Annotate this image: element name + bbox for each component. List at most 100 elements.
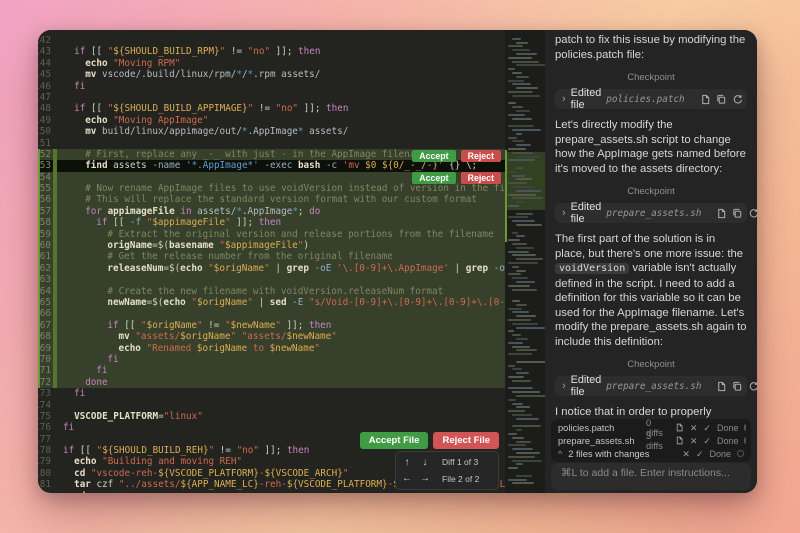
edited-file-name: policies.patch: [606, 94, 684, 105]
code-line: 158if [[ -f "$appimageFile" ]]; then: [38, 217, 505, 228]
summary-label: 2 files with changes: [568, 449, 649, 459]
code-line: 155# Now rename AppImage files to use vo…: [38, 183, 505, 194]
code-line: 147: [38, 92, 505, 103]
prev-diff-button[interactable]: ↑: [402, 457, 412, 468]
editor-window: 142143if [[ "${SHOULD_BUILD_RPM}" != "no…: [38, 30, 757, 493]
minimap-diff-gutter: [505, 150, 507, 242]
reject-file-button[interactable]: Reject File: [433, 432, 499, 449]
code-line: 146fi: [38, 81, 505, 92]
code-line: 144echo "Moving RPM": [38, 58, 505, 69]
chat-input[interactable]: [551, 463, 751, 490]
code-line: 174: [38, 400, 505, 411]
code-line: 175VSCODE_PLATFORM="linux": [38, 411, 505, 422]
restore-checkpoint-icon[interactable]: [748, 381, 757, 392]
code-line: 173fi: [38, 388, 505, 399]
open-file-icon[interactable]: [675, 436, 684, 445]
copy-icon[interactable]: [732, 208, 743, 219]
chevron-right-icon: ›: [562, 208, 566, 219]
chevron-right-icon: ›: [562, 381, 566, 392]
code-line: 168mv "assets/$origName" "assets/$newNam…: [38, 331, 505, 342]
edited-file-card-policies[interactable]: › Edited file policies.patch: [555, 89, 747, 109]
inline-diff-actions-2: Accept Reject: [412, 172, 501, 184]
prev-file-button[interactable]: ←: [402, 473, 412, 484]
diff-count: 3 diffs: [646, 431, 663, 451]
code-line: 172done: [38, 377, 505, 388]
code-line: 159# Extract the original version and re…: [38, 229, 505, 240]
open-file-icon[interactable]: [716, 381, 727, 392]
assistant-message: Let's directly modify the prepare_assets…: [555, 118, 747, 176]
file-name: policies.patch: [558, 423, 640, 433]
code-line: 169echo "Renamed $origName to $newName": [38, 343, 505, 354]
reject-file-icon[interactable]: ✕: [690, 436, 698, 446]
file-change-row[interactable]: prepare_assets.sh 3 diffs ✕ ✓ Done: [558, 434, 744, 447]
accept-all-icon[interactable]: ✓: [696, 449, 704, 459]
edited-file-label: Edited file: [571, 374, 602, 398]
status-ring-icon: [737, 450, 744, 457]
status-ring-icon: [744, 437, 746, 444]
accept-file-button[interactable]: Accept File: [360, 432, 429, 449]
code-line: 149echo "Moving AppImage": [38, 115, 505, 126]
code-editor[interactable]: 142143if [[ "${SHOULD_BUILD_RPM}" != "no…: [38, 30, 505, 493]
checkpoint-label: Checkpoint: [555, 359, 747, 370]
edited-file-card-prepare-1[interactable]: › Edited file prepare_assets.sh: [555, 203, 747, 223]
diff-counter: Diff 1 of 3: [442, 457, 478, 467]
file-diff-actions: Accept File Reject File: [360, 432, 499, 449]
edited-file-label: Edited file: [571, 201, 602, 225]
done-button[interactable]: Done: [709, 449, 731, 459]
code-line: 143if [[ "${SHOULD_BUILD_RPM}" != "no" ]…: [38, 46, 505, 57]
next-diff-button[interactable]: ↓: [420, 457, 430, 468]
file-changes-panel: policies.patch 0 diffs ✕ ✓ Done prepare_…: [551, 419, 751, 462]
minimap[interactable]: [505, 30, 545, 493]
code-line: 157for appimageFile in assets/*.AppImage…: [38, 206, 505, 217]
restore-checkpoint-icon[interactable]: [732, 94, 743, 105]
chevron-right-icon: ›: [562, 94, 566, 105]
code-line: 171fi: [38, 365, 505, 376]
code-line: 160origName=$(basename "$appimageFile"): [38, 240, 505, 251]
code-line: 156# This will replace the standard vers…: [38, 194, 505, 205]
restore-checkpoint-icon[interactable]: [748, 208, 757, 219]
assistant-message: The first part of the solution is in pla…: [555, 232, 747, 349]
accept-hunk-button[interactable]: Accept: [412, 172, 455, 184]
checkpoint-label: Checkpoint: [555, 186, 747, 197]
reject-hunk-button[interactable]: Reject: [461, 172, 501, 184]
checkpoint-label: Checkpoint: [555, 72, 747, 83]
code-line: 182cd ..: [38, 491, 505, 493]
file-counter: File 2 of 2: [442, 474, 479, 484]
code-line: 161# Get the release number from the ori…: [38, 251, 505, 262]
reject-hunk-button[interactable]: Reject: [461, 150, 501, 162]
edited-file-label: Edited file: [571, 87, 602, 111]
code-lines: 142143if [[ "${SHOULD_BUILD_RPM}" != "no…: [38, 35, 505, 493]
assistant-panel: patch to fix this issue by modifying the…: [545, 30, 757, 493]
code-line: 150mv build/linux/appimage/out/*.AppImag…: [38, 126, 505, 137]
open-file-icon[interactable]: [700, 94, 711, 105]
edited-file-name: prepare_assets.sh: [606, 381, 701, 392]
reject-file-icon[interactable]: ✕: [690, 423, 698, 433]
inline-code: voidVersion: [555, 263, 629, 274]
assistant-message: patch to fix this issue by modifying the…: [555, 33, 747, 62]
reject-all-icon[interactable]: ✕: [682, 449, 690, 459]
file-name: prepare_assets.sh: [558, 436, 640, 446]
done-button[interactable]: Done: [717, 423, 739, 433]
open-file-icon[interactable]: [716, 208, 727, 219]
edited-file-card-prepare-2[interactable]: › Edited file prepare_assets.sh: [555, 376, 747, 396]
code-line: 167if [[ "$origName" != "$newName" ]]; t…: [38, 320, 505, 331]
status-ring-icon: [744, 424, 746, 431]
done-button[interactable]: Done: [717, 436, 739, 446]
diff-navigator: ↑ ↓ Diff 1 of 3 ← → File 2 of 2: [395, 451, 499, 490]
code-line: 151: [38, 138, 505, 149]
accept-file-icon[interactable]: ✓: [703, 436, 711, 446]
copy-icon[interactable]: [732, 381, 743, 392]
inline-diff-actions-1: Accept Reject: [412, 150, 501, 162]
edited-file-name: prepare_assets.sh: [606, 208, 701, 219]
next-file-button[interactable]: →: [420, 473, 430, 484]
code-line: 164# Create the new filename with voidVe…: [38, 286, 505, 297]
accept-hunk-button[interactable]: Accept: [412, 150, 455, 162]
open-file-icon[interactable]: [675, 423, 684, 432]
copy-icon[interactable]: [716, 94, 727, 105]
code-line: 142: [38, 35, 505, 46]
code-line: 162releaseNum=$(echo "$origName" | grep …: [38, 263, 505, 274]
accept-file-icon[interactable]: ✓: [703, 423, 711, 433]
code-line: 153find assets -name '*.AppImage*' -exec…: [38, 160, 505, 171]
code-line: 170fi: [38, 354, 505, 365]
code-line: 148if [[ "${SHOULD_BUILD_APPIMAGE}" != "…: [38, 103, 505, 114]
